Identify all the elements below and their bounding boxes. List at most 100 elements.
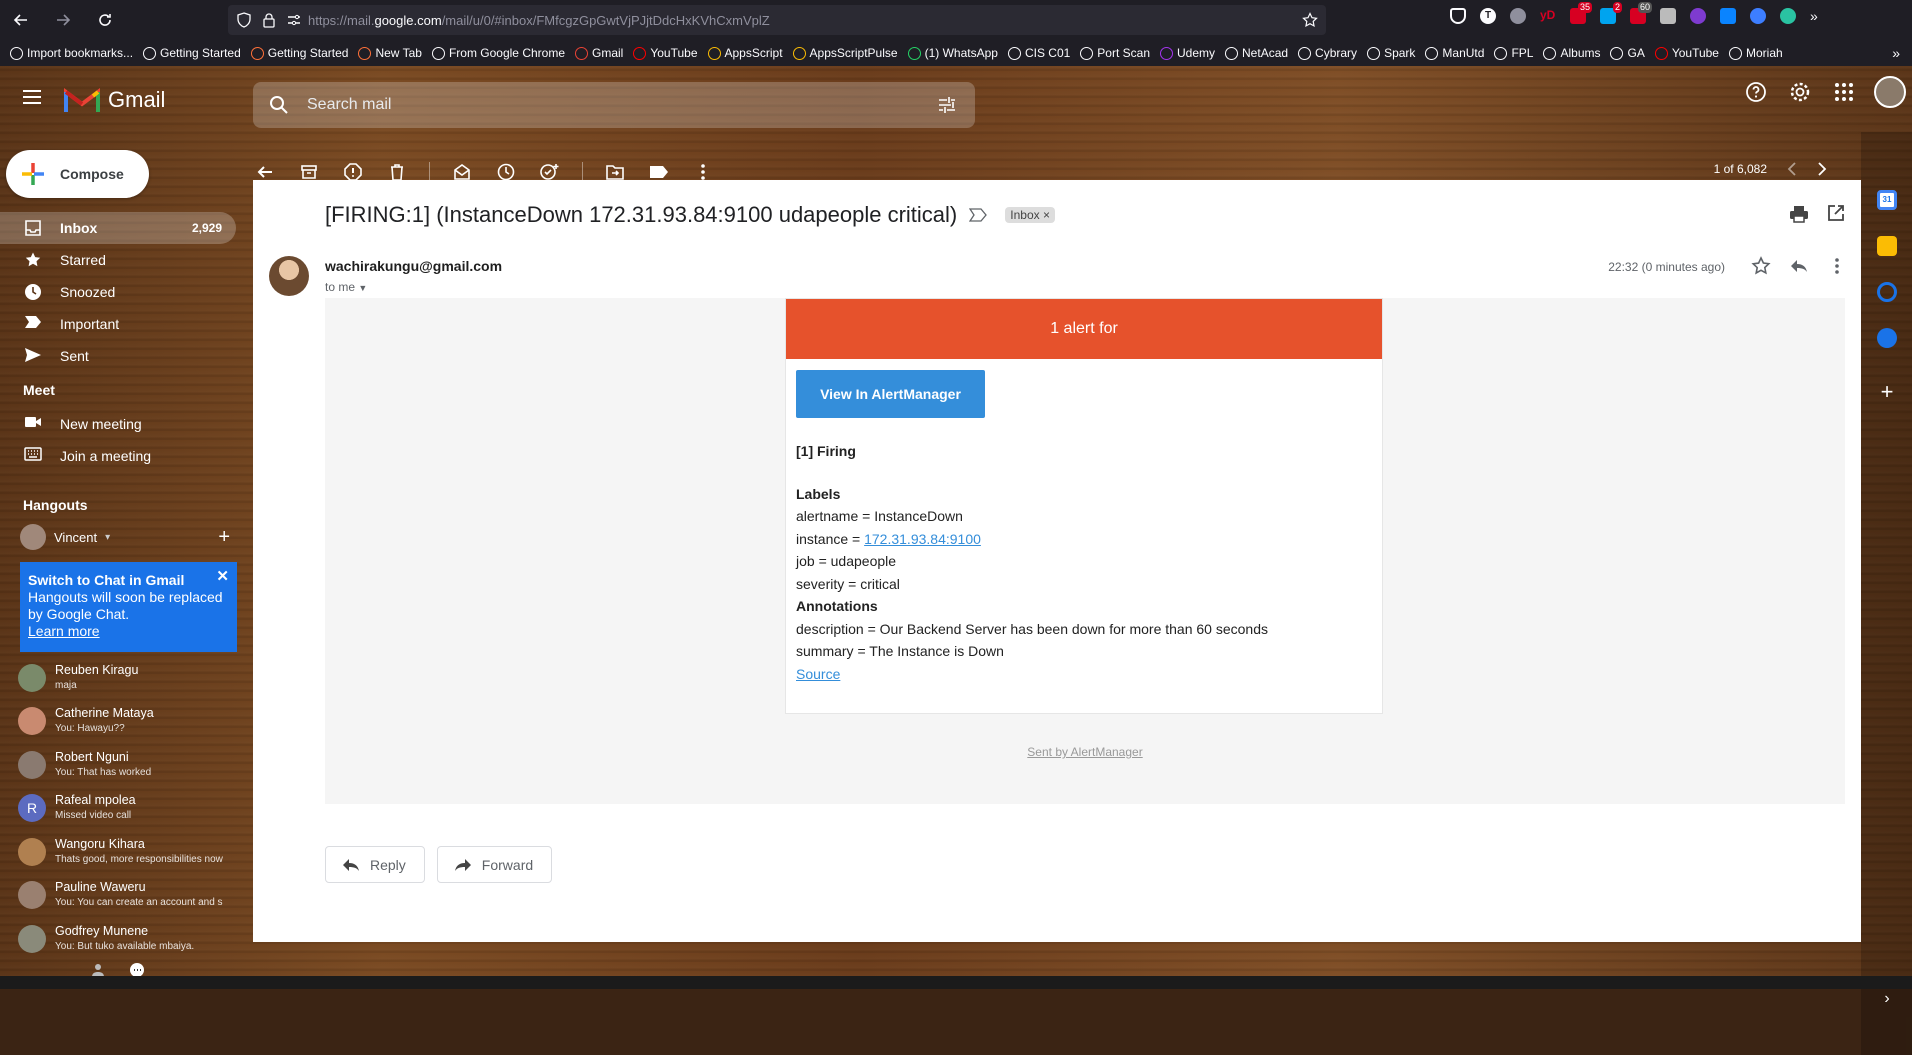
- close-icon[interactable]: ✕: [216, 568, 229, 585]
- bookmark-item[interactable]: Import bookmarks...: [10, 46, 133, 60]
- source-link[interactable]: Source: [796, 666, 840, 682]
- bookmark-item[interactable]: CIS C01: [1007, 46, 1070, 60]
- extension-puzzle-icon[interactable]: [1510, 8, 1526, 24]
- keep-icon[interactable]: [1877, 236, 1897, 256]
- bookmark-item[interactable]: Cybrary: [1298, 46, 1357, 60]
- sidebar-item-important[interactable]: Important: [0, 308, 236, 340]
- sent-by-link[interactable]: Sent by AlertManager: [1027, 745, 1142, 759]
- label-chip[interactable]: Inbox ×: [1005, 207, 1055, 223]
- reply-button[interactable]: Reply: [325, 846, 425, 883]
- forward-button[interactable]: Forward: [436, 846, 553, 883]
- extension-yd-icon[interactable]: yD: [1540, 8, 1556, 24]
- importance-marker-icon[interactable]: [969, 208, 988, 222]
- recipient-details[interactable]: to me ▼: [325, 280, 367, 294]
- contact-item[interactable]: Catherine Mataya You: Hawayu??: [18, 700, 236, 744]
- contact-item[interactable]: R Rafeal mpolea Missed video call: [18, 787, 236, 831]
- lock-icon[interactable]: [262, 12, 276, 28]
- chevron-left-icon[interactable]: [1787, 162, 1797, 176]
- star-icon[interactable]: [1751, 256, 1771, 276]
- permissions-icon[interactable]: [286, 12, 302, 28]
- shield-icon[interactable]: [236, 12, 252, 28]
- bookmark-item[interactable]: AppsScriptPulse: [792, 46, 898, 60]
- contact-item[interactable]: Wangoru Kihara Thats good, more responsib…: [18, 830, 236, 874]
- extension-t-icon[interactable]: T: [1480, 8, 1496, 24]
- bookmark-item[interactable]: Getting Started: [250, 46, 348, 60]
- account-avatar[interactable]: [1874, 76, 1906, 108]
- extension-purple-icon[interactable]: [1690, 8, 1706, 24]
- search-icon[interactable]: [269, 95, 289, 115]
- bookmark-item[interactable]: (1) WhatsApp: [907, 46, 998, 60]
- contacts-icon[interactable]: [1877, 328, 1897, 348]
- sidebar-item-snoozed[interactable]: Snoozed: [0, 276, 236, 308]
- instance-link[interactable]: 172.31.93.84:9100: [864, 531, 981, 547]
- sidebar-item-starred[interactable]: Starred: [0, 244, 236, 276]
- extension-green-icon[interactable]: [1780, 8, 1796, 24]
- get-addons-icon[interactable]: +: [1877, 381, 1897, 403]
- chevron-down-icon[interactable]: ▾: [105, 532, 110, 543]
- view-in-alertmanager-button[interactable]: View In AlertManager: [796, 370, 985, 418]
- meet-item[interactable]: New meeting: [0, 408, 236, 440]
- contact-item[interactable]: Reuben Kiragu maja: [18, 656, 236, 700]
- reply-icon[interactable]: [1789, 256, 1809, 276]
- extension-gray-icon[interactable]: [1660, 8, 1676, 24]
- add-chat-icon[interactable]: +: [218, 526, 230, 549]
- sender-email[interactable]: wachirakungu@gmail.com: [325, 258, 502, 274]
- gmail-logo[interactable]: Gmail: [64, 86, 165, 114]
- bookmark-item[interactable]: Getting Started: [143, 46, 241, 60]
- compose-button[interactable]: Compose: [6, 150, 149, 198]
- sidebar-item-sent[interactable]: Sent: [0, 340, 236, 372]
- apps-grid-icon[interactable]: [1830, 78, 1858, 106]
- open-new-window-icon[interactable]: [1827, 204, 1845, 222]
- extension-m-icon[interactable]: [1750, 8, 1766, 24]
- calendar-icon[interactable]: 31: [1877, 190, 1897, 210]
- search-input[interactable]: [307, 96, 867, 114]
- reload-icon[interactable]: [90, 5, 120, 35]
- chevron-down-icon[interactable]: ▼: [358, 283, 367, 293]
- bookmark-item[interactable]: NetAcad: [1225, 46, 1288, 60]
- bookmark-item[interactable]: YouTube: [1654, 46, 1719, 60]
- main-menu-icon[interactable]: [20, 88, 44, 106]
- chevron-right-icon[interactable]: [1817, 162, 1827, 176]
- help-icon[interactable]: [1742, 78, 1770, 106]
- back-icon[interactable]: [6, 5, 36, 35]
- tasks-icon[interactable]: [1877, 282, 1897, 302]
- bookmark-item[interactable]: Port Scan: [1080, 46, 1150, 60]
- extensions-overflow-icon[interactable]: »: [1810, 8, 1826, 24]
- bookmark-item[interactable]: Udemy: [1160, 46, 1215, 60]
- bookmark-item[interactable]: New Tab: [358, 46, 422, 60]
- bookmark-item[interactable]: Albums: [1543, 46, 1600, 60]
- hangouts-user[interactable]: Vincent ▾ +: [20, 524, 230, 550]
- settings-gear-icon[interactable]: [1786, 78, 1814, 106]
- contact-item[interactable]: Robert Nguni You: That has worked: [18, 743, 236, 787]
- search-options-icon[interactable]: [937, 95, 957, 115]
- bookmark-item[interactable]: From Google Chrome: [431, 46, 565, 60]
- learn-more-link[interactable]: Learn more: [28, 623, 100, 639]
- contact-item[interactable]: Godfrey Munene You: But tuko available mb…: [18, 917, 236, 961]
- address-bar[interactable]: https://mail.google.com/mail/u/0/#inbox/…: [228, 5, 1326, 35]
- bookmark-item[interactable]: Moriah: [1728, 46, 1783, 60]
- bookmark-star-icon[interactable]: [1302, 12, 1318, 28]
- bookmark-item[interactable]: ManUtd: [1425, 46, 1484, 60]
- contact-item[interactable]: Pauline Waweru You: You can create an acc…: [18, 874, 236, 918]
- extension-s-icon[interactable]: [1720, 8, 1736, 24]
- pocket-icon[interactable]: [1450, 8, 1466, 24]
- extension-gift-icon[interactable]: 60: [1630, 2, 1652, 24]
- bookmark-item[interactable]: AppsScript: [707, 46, 783, 60]
- url-text[interactable]: https://mail.google.com/mail/u/0/#inbox/…: [308, 13, 770, 28]
- more-vertical-icon[interactable]: [1827, 256, 1847, 276]
- extension-red-icon[interactable]: 35: [1570, 2, 1592, 24]
- bookmark-item[interactable]: Spark: [1367, 46, 1415, 60]
- search-bar[interactable]: [253, 82, 975, 128]
- remove-label-icon[interactable]: ×: [1043, 208, 1050, 222]
- print-icon[interactable]: [1789, 204, 1809, 224]
- bookmarks-overflow-icon[interactable]: »: [1892, 45, 1900, 61]
- bookmark-item[interactable]: GA: [1610, 46, 1645, 60]
- sender-avatar[interactable]: [269, 256, 309, 296]
- meet-item[interactable]: Join a meeting: [0, 440, 236, 472]
- forward-icon[interactable]: [48, 5, 78, 35]
- extension-blue-icon[interactable]: 2: [1600, 2, 1622, 24]
- bookmark-item[interactable]: FPL: [1494, 46, 1533, 60]
- bookmark-item[interactable]: Gmail: [575, 46, 623, 60]
- sidebar-item-inbox[interactable]: Inbox 2,929: [0, 212, 236, 244]
- bookmark-item[interactable]: YouTube: [633, 46, 698, 60]
